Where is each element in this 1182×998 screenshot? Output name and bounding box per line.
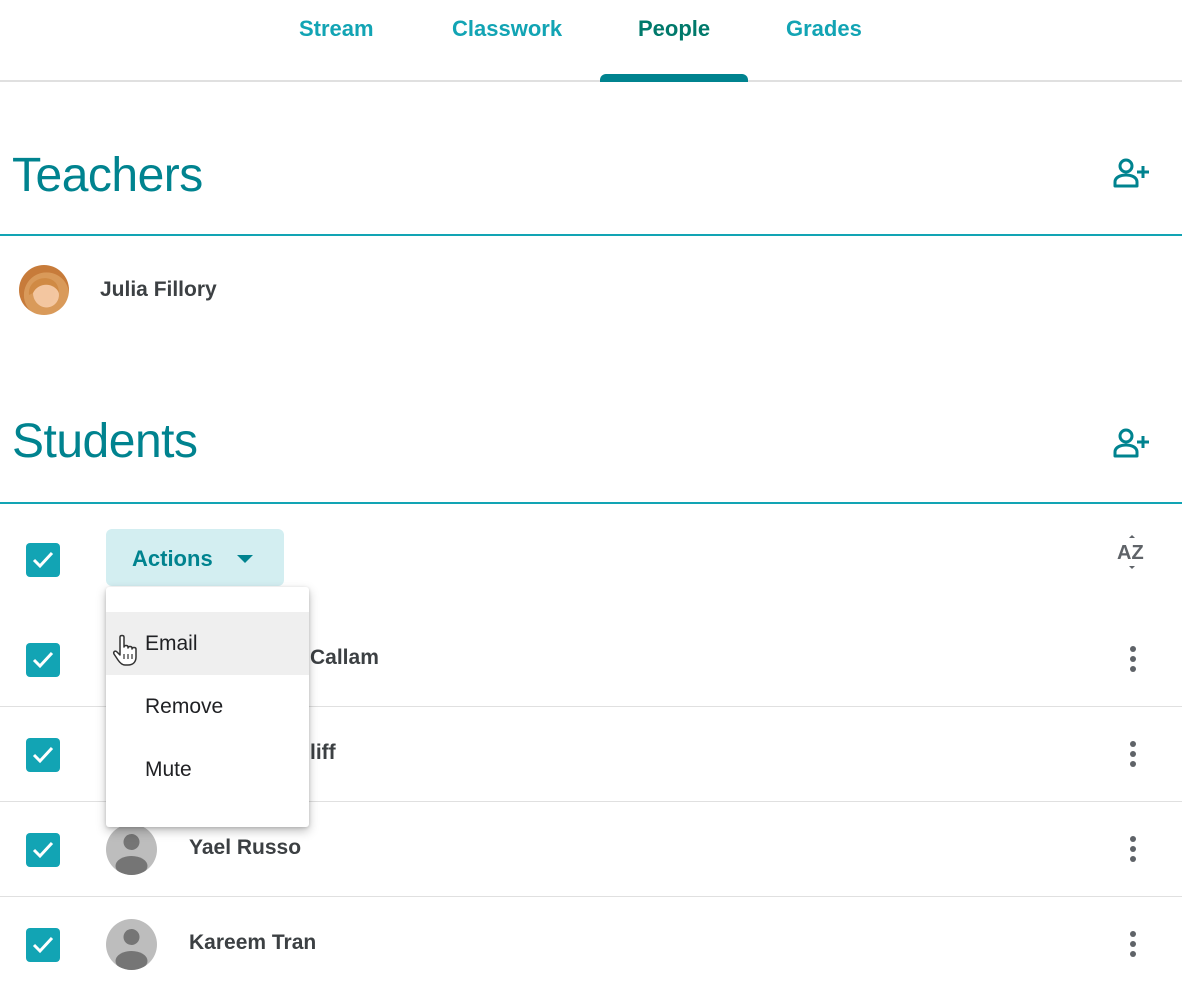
svg-text:AZ: AZ [1117,542,1144,564]
student-avatar [106,824,157,875]
checkmark-icon [32,551,54,569]
tab-classwork[interactable]: Classwork [452,16,562,42]
teachers-divider [0,234,1182,236]
add-person-icon [1113,158,1149,188]
tab-people[interactable]: People [638,16,710,42]
teachers-heading: Teachers [12,149,203,202]
checkmark-icon [32,651,54,669]
active-tab-indicator [600,74,748,82]
more-vert-icon[interactable] [1122,643,1144,675]
actions-label: Actions [132,546,213,571]
checkmark-icon [32,746,54,764]
add-teacher-button[interactable] [1112,156,1152,192]
add-student-button[interactable] [1112,426,1152,462]
avatar-photo-icon [28,278,59,306]
hand-pointer-cursor-icon [113,634,137,666]
default-person-icon [115,929,148,970]
more-vert-icon[interactable] [1122,738,1144,770]
student-avatar [106,919,157,970]
top-tab-bar: Stream Classwork People Grades [0,0,1182,82]
select-all-checkbox[interactable] [26,543,60,577]
student-checkbox[interactable] [26,928,60,962]
actions-menu: Email Remove Mute [106,587,309,827]
menu-item-label: Email [145,632,198,655]
sort-button[interactable]: AZ [1115,534,1151,570]
add-person-icon [1113,428,1149,458]
menu-item-label: Mute [145,758,192,781]
student-name: Yael Russo [189,836,302,859]
checkmark-icon [32,936,54,954]
menu-item-label: Remove [145,695,224,718]
student-name: Callam [310,646,379,669]
student-checkbox[interactable] [26,833,60,867]
student-name: liff [310,741,336,764]
tab-stream[interactable]: Stream [299,16,374,42]
student-checkbox[interactable] [26,738,60,772]
student-name: Kareem Tran [189,931,317,954]
more-vert-icon[interactable] [1122,928,1144,960]
default-person-icon [115,834,148,875]
teacher-name: Julia Fillory [100,278,217,301]
checkmark-icon [32,841,54,859]
menu-item-remove[interactable]: Remove [106,675,309,738]
teacher-avatar [19,265,69,315]
more-vert-icon[interactable] [1122,833,1144,865]
caret-down-icon [237,555,253,563]
student-checkbox[interactable] [26,643,60,677]
tab-grades[interactable]: Grades [786,16,862,42]
menu-item-mute[interactable]: Mute [106,738,309,801]
actions-dropdown-button[interactable]: Actions [106,529,284,586]
students-heading: Students [12,415,198,468]
students-divider [0,502,1182,504]
sort-az-icon: AZ [1117,535,1144,569]
row-divider [0,896,1182,897]
